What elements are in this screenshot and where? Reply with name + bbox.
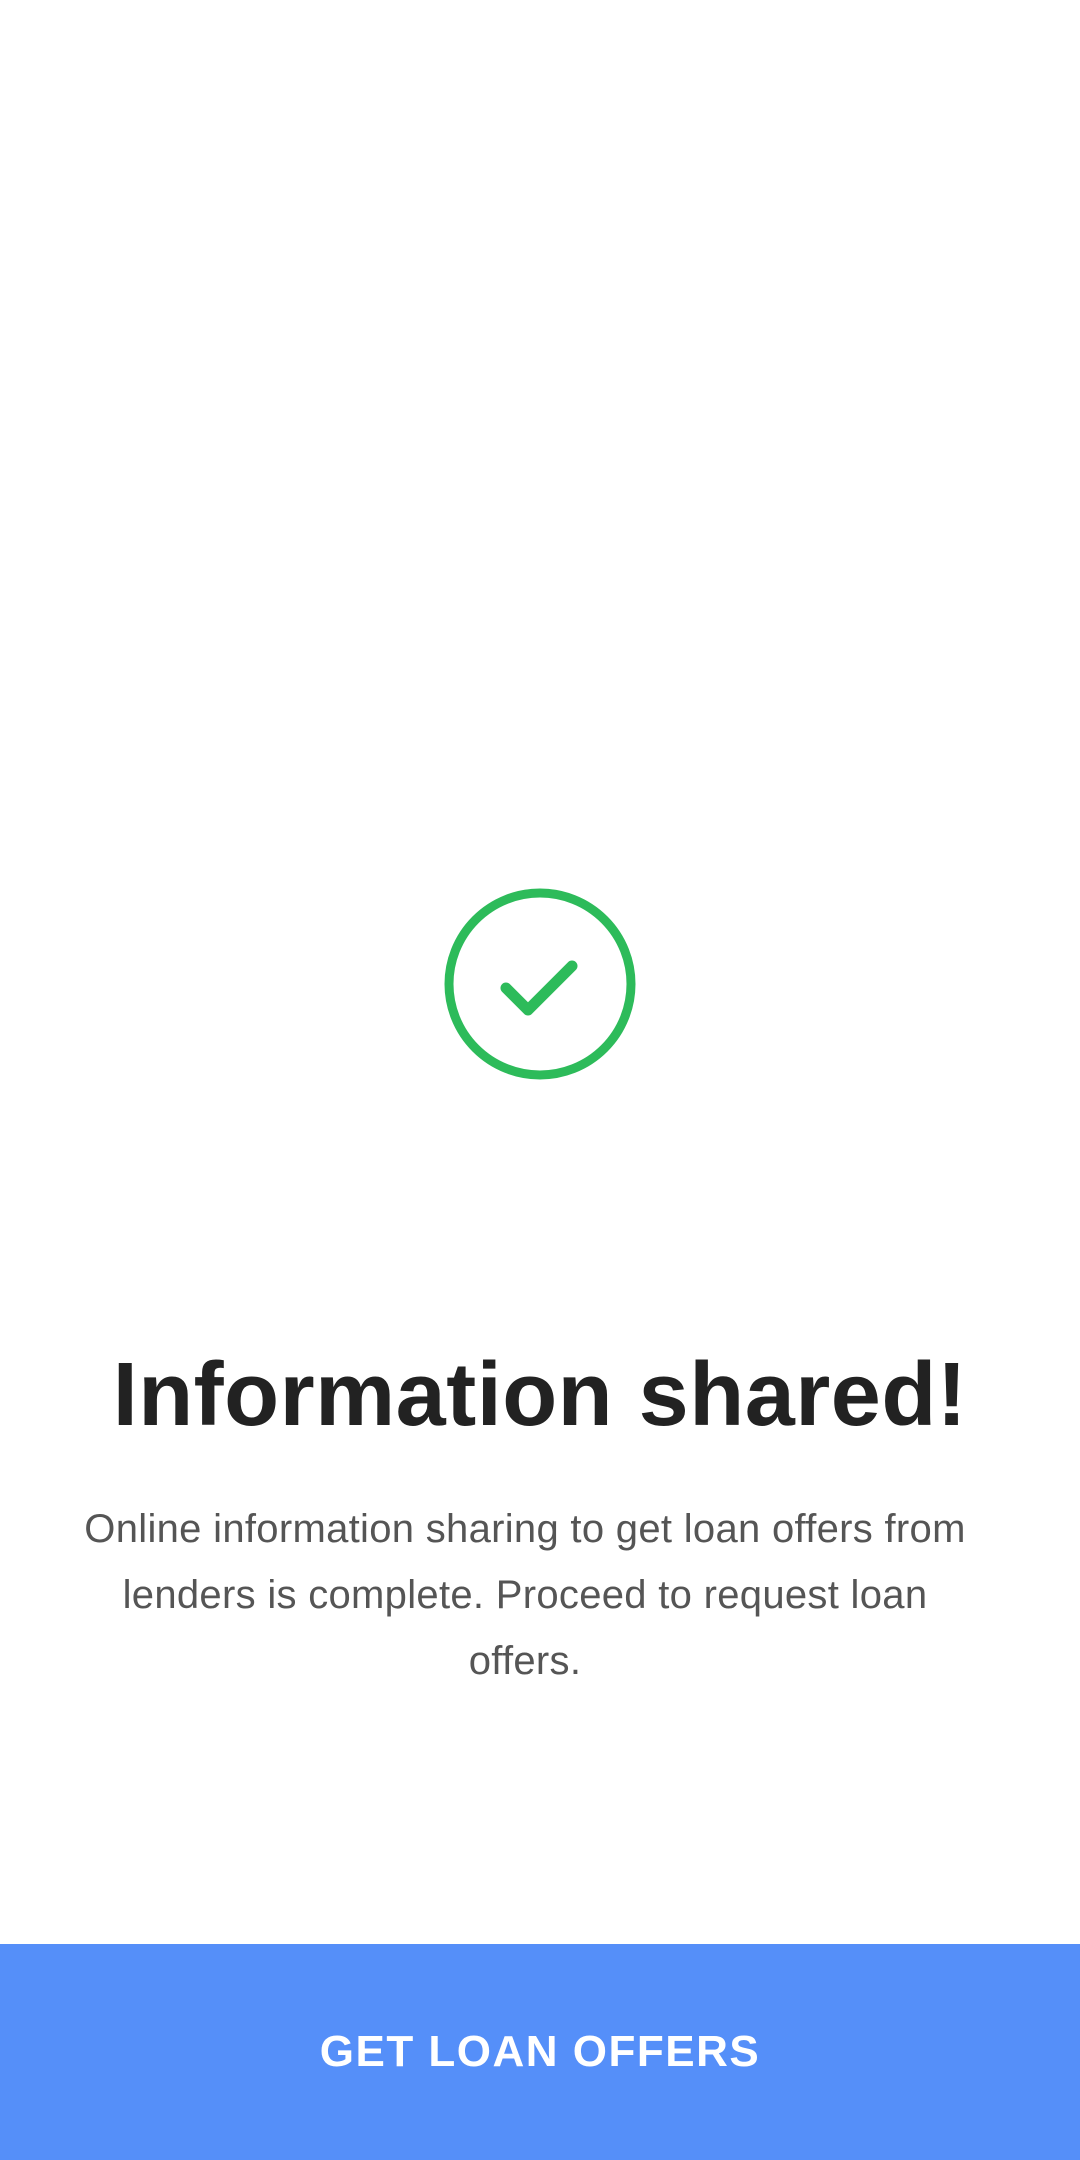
success-screen: Information shared! Online information s…	[0, 0, 1080, 2160]
description-text: Online information sharing to get loan o…	[84, 1507, 966, 1683]
get-loan-offers-button[interactable]: GET LOAN OFFERS	[0, 1944, 1080, 2160]
page-title: Information shared!	[112, 1345, 968, 1445]
check-circle-icon	[442, 886, 638, 1082]
